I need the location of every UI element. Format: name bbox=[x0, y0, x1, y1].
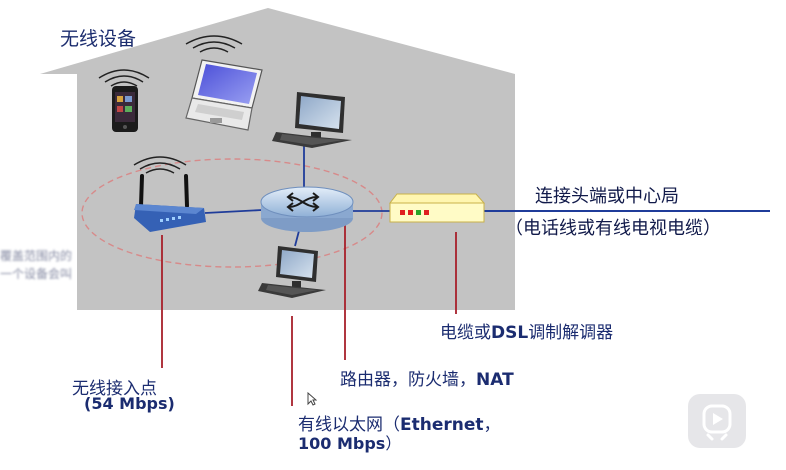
ethernet-label-post: ， bbox=[483, 415, 501, 435]
ethernet-label-bold: Ethernet bbox=[400, 415, 484, 435]
ethernet-speed: 100 Mbps） bbox=[298, 430, 401, 454]
router-label-pre: 路由器，防火墙， bbox=[340, 370, 476, 390]
ethernet-speed-value: 100 Mbps bbox=[298, 434, 386, 453]
wireless-devices-title: 无线设备 bbox=[60, 28, 137, 50]
modem-label-post: 调制解调器 bbox=[528, 323, 614, 343]
router-icon bbox=[260, 186, 354, 232]
ethernet-speed-close: ） bbox=[385, 434, 402, 453]
diagram-stage: 无线设备 连接头端或中心局 （电话线或有线电视电缆） 电缆或DSL调制解调器 路… bbox=[0, 0, 786, 470]
headend-label: 连接头端或中心局 bbox=[535, 186, 679, 207]
play-button[interactable] bbox=[688, 394, 746, 448]
headend-sublabel: （电话线或有线电视电缆） bbox=[505, 218, 721, 239]
blurred-annotation-line1: 覆盖范围内的 bbox=[0, 249, 73, 263]
modem-label-bold: DSL bbox=[491, 323, 529, 343]
access-point-speed: (54 Mbps) bbox=[84, 394, 175, 413]
modem-label: 电缆或DSL调制解调器 bbox=[440, 318, 613, 343]
router-label: 路由器，防火墙，NAT bbox=[340, 365, 514, 390]
blurred-annotation-line2: 一个设备会叫 bbox=[0, 267, 73, 281]
modem-icon bbox=[388, 193, 486, 223]
modem-label-pre: 电缆或 bbox=[440, 323, 491, 343]
mouse-cursor-icon bbox=[307, 392, 317, 406]
play-icon bbox=[702, 404, 732, 441]
router-label-bold: NAT bbox=[476, 370, 514, 390]
